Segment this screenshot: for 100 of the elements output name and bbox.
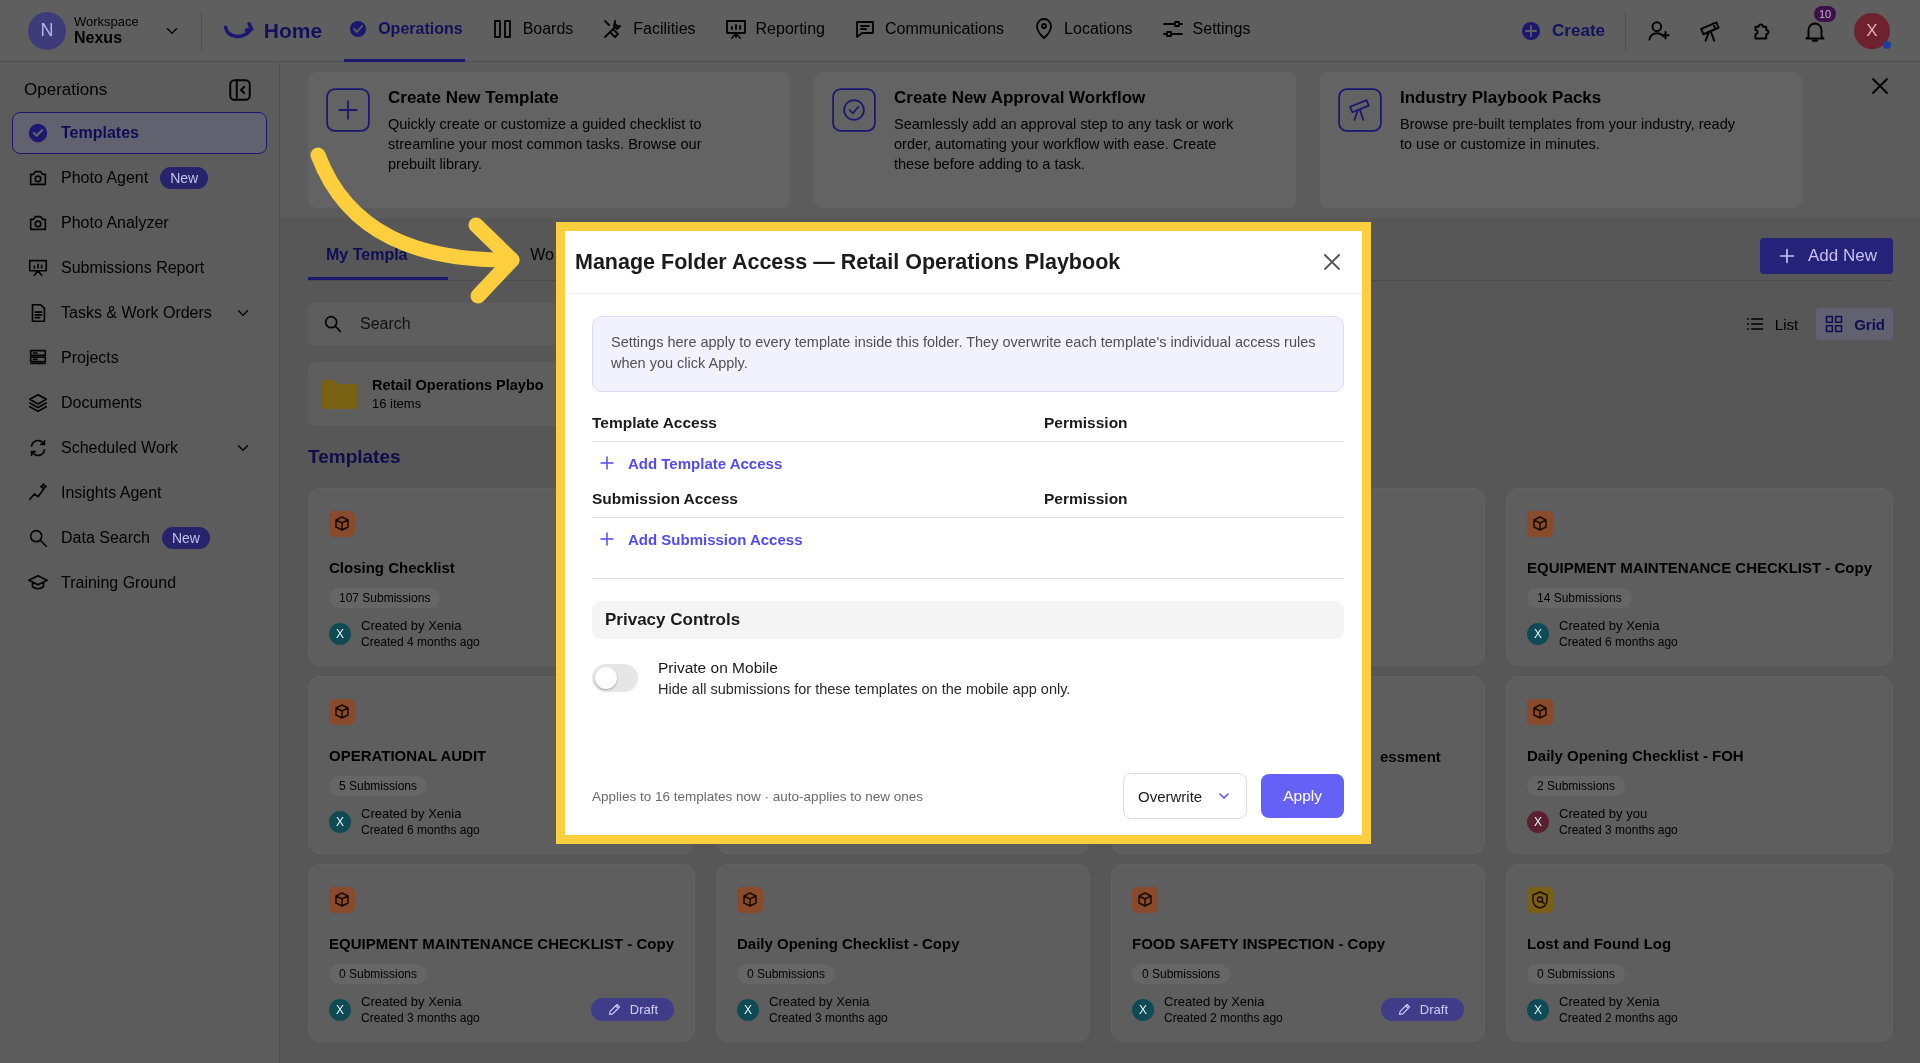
created-time: Created 2 months ago: [1164, 1011, 1283, 1025]
author-name: Created by you: [1559, 806, 1649, 821]
workspace-name[interactable]: Nexus: [74, 29, 139, 47]
add-access-link[interactable]: Add Template Access: [592, 454, 783, 472]
add-new-button[interactable]: Add New: [1760, 238, 1893, 274]
created-time: Created 3 months ago: [769, 1011, 888, 1025]
tab[interactable]: My Templa: [308, 232, 448, 280]
author-avatar: X: [329, 622, 351, 645]
box-icon: [1527, 699, 1553, 725]
submissions-count: 5 Submissions: [329, 776, 428, 796]
plus-icon: [326, 88, 370, 132]
submissions-count: 2 Submissions: [1527, 776, 1626, 796]
mode-dropdown[interactable]: Overwrite: [1123, 773, 1248, 819]
online-dot: [1883, 40, 1891, 49]
toggle-switch[interactable]: [592, 664, 638, 692]
pencil-icon: [606, 1002, 622, 1017]
nav-tab[interactable]: Locations: [1030, 0, 1135, 62]
tab[interactable]: Wo: [448, 232, 554, 280]
folder-count: 16 items: [372, 396, 423, 411]
sidebar-item[interactable]: Scheduled Work: [12, 427, 267, 469]
card-title: Daily Opening Checklist - Copy: [737, 935, 960, 952]
column-header: Permission: [1044, 414, 1128, 432]
nav-tab[interactable]: Communications: [850, 0, 1007, 62]
draft-tag: Draft: [1380, 998, 1464, 1021]
presentation-icon: [27, 257, 49, 279]
sidebar-item[interactable]: Photo Agent New: [12, 157, 267, 199]
author-name: Created by Xenia: [769, 994, 871, 1009]
author-name: Created by Xenia: [1164, 994, 1266, 1009]
author-avatar: X: [329, 810, 351, 833]
box-icon: [1527, 511, 1553, 537]
quick-action-card[interactable]: Create New Approval Workflow Seamlessly add an approval step to any task or work order, automating your workflow with ease. Create these before adding to a task.: [814, 72, 1296, 208]
created-time: Created 3 months ago: [361, 1011, 480, 1025]
sidebar-item[interactable]: Tasks & Work Orders: [12, 292, 267, 334]
quick-action-card[interactable]: Industry Playbook Packs Browse pre-built templates from your industry, ready to use or customize in minutes.: [1320, 72, 1802, 208]
card-title: Lost and Found Log: [1527, 935, 1672, 952]
submissions-count: 0 Submissions: [1527, 964, 1626, 984]
sidebar-item[interactable]: Documents: [12, 382, 267, 424]
shield-icon: [1527, 887, 1553, 913]
template-card[interactable]: Lost and Found Log 0 Submissions X Created by Xenia Created 2 months ago: [1506, 864, 1893, 1042]
check-circle-icon: [27, 122, 49, 144]
draft-tag: Draft: [590, 998, 674, 1021]
plus-icon: [598, 454, 616, 472]
nav-tab[interactable]: Settings: [1158, 0, 1253, 62]
author-name: Created by Xenia: [361, 994, 463, 1009]
view-toggle[interactable]: Grid: [1816, 308, 1893, 340]
nav-tab[interactable]: Boards: [488, 0, 576, 62]
pencil-icon: [1396, 1002, 1412, 1017]
template-card[interactable]: EQUIPMENT MAINTENANCE CHECKLIST - Copy 14 Submissions X Created by Xenia Created 6 months ago: [1506, 488, 1893, 666]
user-avatar[interactable]: X: [1854, 12, 1890, 49]
author-name: Created by Xenia: [361, 618, 463, 633]
author-name: Created by Xenia: [1559, 994, 1661, 1009]
template-card[interactable]: EQUIPMENT MAINTENANCE CHECKLIST - Copy 0 Submissions X Created by Xenia Created 3 months ago Draft: [308, 864, 695, 1042]
sidebar-item[interactable]: Projects: [12, 337, 267, 379]
sidebar-item[interactable]: Photo Analyzer: [12, 202, 267, 244]
apply-button[interactable]: Apply: [1261, 774, 1344, 818]
template-card[interactable]: Daily Opening Checklist - Copy 0 Submissions X Created by Xenia Created 3 months ago: [716, 864, 1090, 1042]
quick-action-title: Create New Approval Workflow: [894, 88, 1147, 108]
home-link[interactable]: Home: [263, 18, 323, 43]
workspace-avatar[interactable]: N: [28, 11, 66, 50]
quick-action-description: Browse pre-built templates from your industry, ready to use or customize in minutes.: [1400, 115, 1736, 154]
create-button[interactable]: Create: [1519, 18, 1605, 43]
section-heading: Templates: [308, 446, 401, 469]
view-toggle[interactable]: List: [1736, 308, 1807, 340]
sidebar-item[interactable]: Training Ground: [12, 562, 267, 604]
notification-count: 10: [1814, 5, 1837, 22]
presentation-icon: [723, 17, 748, 41]
sidebar-item[interactable]: Submissions Report: [12, 247, 267, 289]
plus-icon: [598, 530, 616, 548]
nav-tab[interactable]: Reporting: [721, 0, 827, 62]
box-icon: [737, 887, 763, 913]
telescope-icon: [1338, 88, 1382, 132]
submissions-count: 0 Submissions: [329, 964, 428, 984]
collapse-sidebar-icon[interactable]: [227, 77, 253, 103]
author-avatar: X: [329, 998, 351, 1021]
nav-tab[interactable]: Facilities: [599, 0, 698, 62]
new-badge: New: [161, 527, 210, 549]
submissions-count: 14 Submissions: [1527, 588, 1632, 608]
quick-action-title: Industry Playbook Packs: [1400, 88, 1603, 108]
sidebar-item[interactable]: Insights Agent: [12, 472, 267, 514]
box-icon: [329, 699, 355, 725]
author-avatar: X: [1527, 810, 1549, 833]
quick-action-description: Quickly create or customize a guided checklist to streamline your most common tasks. Browse our prebuilt library.: [388, 115, 703, 174]
created-time: Created 6 months ago: [361, 823, 480, 837]
search-icon: [322, 313, 344, 335]
layers-icon: [27, 392, 49, 414]
quick-action-card[interactable]: Create New Template Quickly create or customize a guided checklist to streamline your most common tasks. Browse our prebuilt library.: [308, 72, 790, 208]
template-card[interactable]: Daily Opening Checklist - FOH 2 Submissions X Created by you Created 3 months ago: [1506, 676, 1893, 854]
card-title: Closing Checklist: [329, 559, 455, 576]
card-title: FOOD SAFETY INSPECTION - Copy: [1132, 935, 1386, 952]
sidebar-item[interactable]: Templates: [12, 112, 267, 154]
card-title: essment: [1380, 748, 1441, 765]
template-card[interactable]: FOOD SAFETY INSPECTION - Copy 0 Submissions X Created by Xenia Created 2 months ago Draft: [1111, 864, 1485, 1042]
search-icon: [27, 527, 49, 549]
sidebar-title: Operations: [24, 80, 108, 100]
card-title: OPERATIONAL AUDIT: [329, 747, 487, 764]
submissions-count: 0 Submissions: [1132, 964, 1231, 984]
info-notice: Settings here apply to every template inside this folder. They overwrite each template's individual access rules when you click Apply.: [592, 316, 1344, 392]
sidebar-item[interactable]: Data Search New: [12, 517, 267, 559]
card-title: EQUIPMENT MAINTENANCE CHECKLIST - Copy: [1527, 559, 1872, 576]
author-avatar: X: [1132, 998, 1154, 1021]
